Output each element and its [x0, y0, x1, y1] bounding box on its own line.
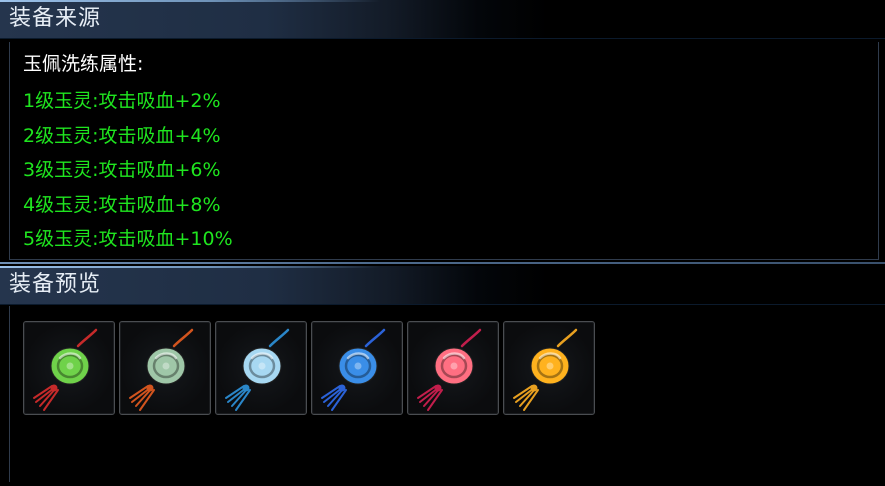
attribute-line-level-4: 4级玉灵:攻击吸血+8%	[23, 193, 221, 216]
preview-section-header: 装备预览	[0, 266, 885, 305]
attribute-line-level-2: 2级玉灵:攻击吸血+4%	[23, 124, 221, 147]
equipment-slot-4[interactable]	[311, 321, 403, 415]
refine-attributes-list: 1级玉灵:攻击吸血+2% 2级玉灵:攻击吸血+4% 3级玉灵:攻击吸血+6% 4…	[23, 84, 233, 257]
equipment-slot-5[interactable]	[407, 321, 499, 415]
preview-section-title: 装备预览	[9, 272, 102, 297]
attribute-line-level-3: 3级玉灵:攻击吸血+6%	[23, 159, 221, 181]
celadon-dragon-pendant-icon	[129, 328, 194, 411]
section-divider	[0, 262, 885, 264]
attribute-line-level-5: 5级玉灵:攻击吸血+10%	[23, 228, 233, 250]
equipment-slot-1[interactable]	[23, 321, 115, 415]
refine-attributes-heading: 玉佩洗练属性:	[23, 53, 144, 75]
light-blue-cloud-pendant-icon	[225, 328, 290, 411]
source-section-header: 装备来源	[0, 0, 885, 39]
blue-cloud-pendant-icon	[321, 328, 386, 411]
equipment-slot-3[interactable]	[215, 321, 307, 415]
gold-jade-pendant-icon	[513, 328, 578, 411]
source-section-title: 装备来源	[9, 6, 102, 31]
green-jade-pendant-icon	[33, 328, 98, 411]
attribute-line-level-1: 1级玉灵:攻击吸血+2%	[23, 90, 221, 112]
equipment-info-panel: 装备来源 玉佩洗练属性: 1级玉灵:攻击吸血+2% 2级玉灵:攻击吸血+4% 3…	[0, 0, 885, 486]
equipment-slot-2[interactable]	[119, 321, 211, 415]
red-jade-pendant-icon	[417, 328, 482, 411]
equipment-slot-6[interactable]	[503, 321, 595, 415]
